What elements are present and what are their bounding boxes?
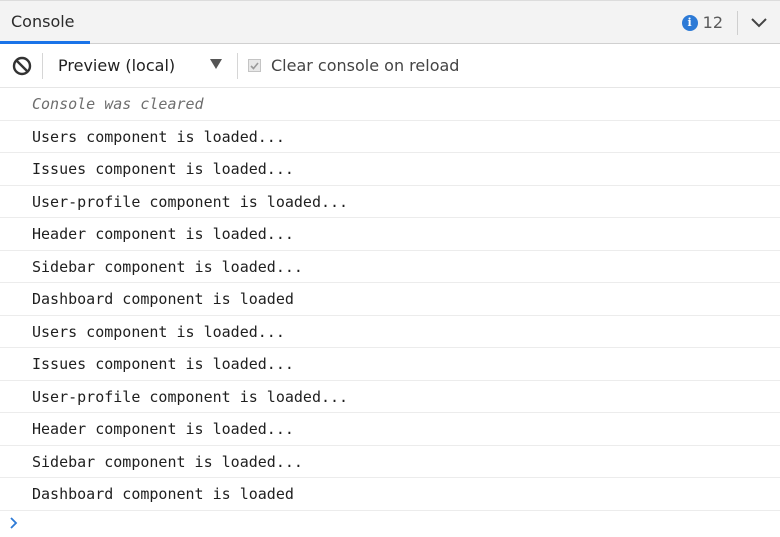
console-prompt-input[interactable] bbox=[0, 508, 780, 537]
clear-on-reload-label: Clear console on reload bbox=[271, 56, 460, 75]
console-message: Header component is loaded... bbox=[0, 218, 780, 251]
check-icon bbox=[250, 61, 259, 70]
info-count[interactable]: 12 bbox=[703, 13, 723, 32]
console-message: Console was cleared bbox=[0, 88, 780, 121]
toolbar-divider bbox=[237, 52, 238, 79]
console-message: Sidebar component is loaded... bbox=[0, 446, 780, 478]
context-selector[interactable]: Preview (local) bbox=[43, 44, 237, 88]
console-message: Sidebar component is loaded... bbox=[0, 251, 780, 283]
chevron-right-icon bbox=[9, 516, 19, 530]
context-selector-label: Preview (local) bbox=[58, 56, 176, 75]
block-icon bbox=[12, 56, 32, 75]
console-message: User-profile component is loaded... bbox=[0, 186, 780, 218]
tab-console[interactable]: Console bbox=[0, 1, 90, 44]
console-toolbar: Preview (local) Clear console on reload bbox=[0, 44, 780, 88]
console-message: Dashboard component is loaded bbox=[0, 283, 780, 316]
console-message: Users component is loaded... bbox=[0, 316, 780, 348]
console-message: Issues component is loaded... bbox=[0, 153, 780, 186]
console-message: Users component is loaded... bbox=[0, 121, 780, 153]
collapse-panel-button[interactable] bbox=[738, 1, 780, 44]
clear-on-reload-option[interactable]: Clear console on reload bbox=[248, 56, 459, 75]
info-icon[interactable]: i bbox=[681, 14, 698, 31]
chevron-down-icon bbox=[751, 17, 767, 27]
console-message: Issues component is loaded... bbox=[0, 348, 780, 381]
console-panel: Console i 12 Preview (local) Clear conso… bbox=[0, 0, 780, 537]
console-message: Dashboard component is loaded bbox=[0, 478, 780, 511]
console-message-list: Console was cleared Users component is l… bbox=[0, 88, 780, 511]
console-message: Header component is loaded... bbox=[0, 413, 780, 446]
console-message: User-profile component is loaded... bbox=[0, 381, 780, 413]
console-tabbar: Console i 12 bbox=[0, 0, 780, 44]
tabbar-right-controls: i 12 bbox=[681, 1, 780, 44]
clear-on-reload-checkbox[interactable] bbox=[248, 59, 261, 72]
clear-console-button[interactable] bbox=[2, 44, 42, 88]
triangle-down-icon bbox=[210, 58, 222, 69]
